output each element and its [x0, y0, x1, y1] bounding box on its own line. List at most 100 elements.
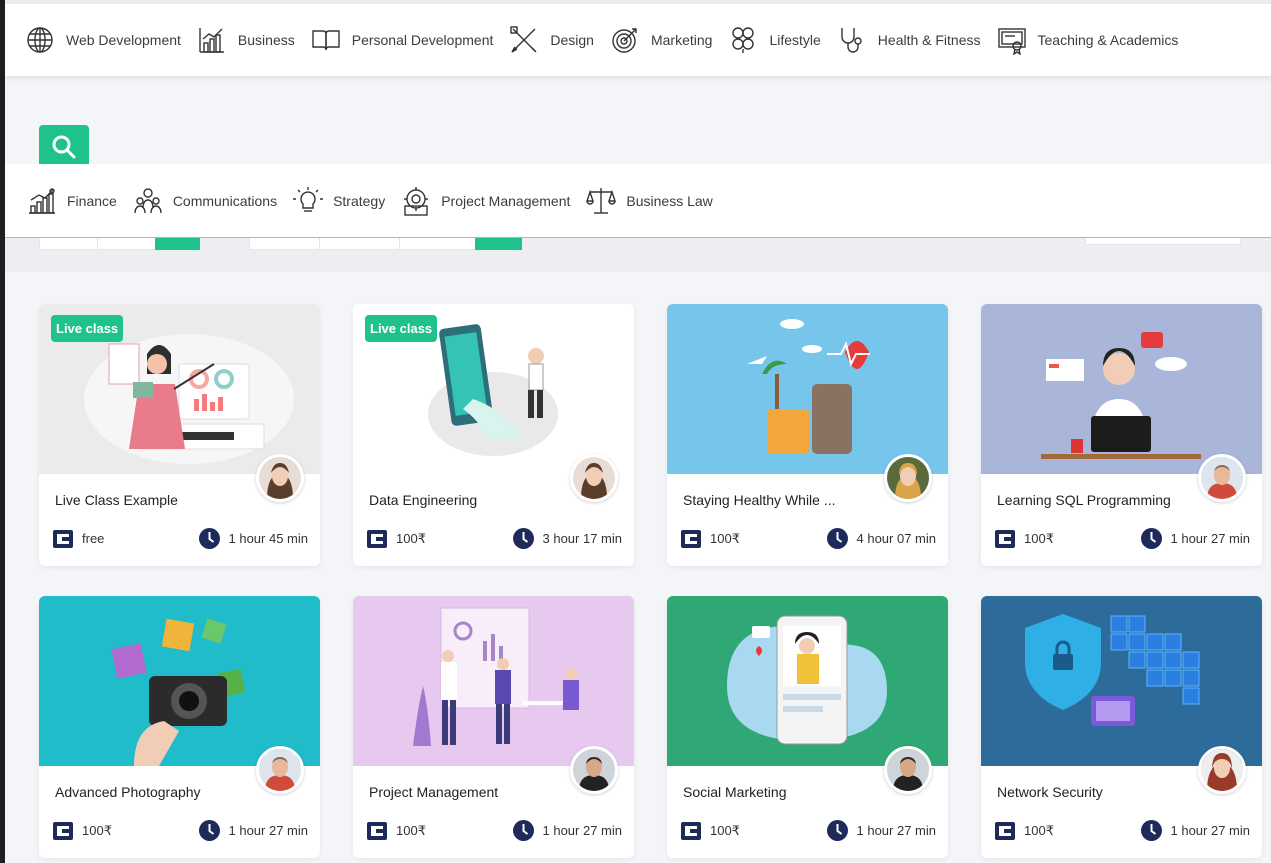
course-card[interactable]: Learning SQL Programming 100₹ 1 hour 27 … — [981, 304, 1262, 566]
filter-control[interactable] — [97, 236, 157, 250]
course-meta: 100₹ 1 hour 27 min — [367, 820, 622, 841]
gear-building-icon — [404, 186, 429, 216]
filter-control[interactable] — [399, 236, 477, 250]
category-label: Marketing — [650, 32, 713, 48]
category-business[interactable]: Business — [197, 25, 295, 55]
filter-button[interactable] — [475, 236, 522, 250]
course-title[interactable]: Live Class Example — [55, 492, 178, 508]
subcategory-label: Strategy — [333, 192, 386, 209]
course-title[interactable]: Social Marketing — [683, 784, 787, 800]
course-price: 100₹ — [396, 530, 426, 546]
category-teaching-academics[interactable]: Teaching & Academics — [997, 25, 1178, 55]
clock-icon — [826, 820, 848, 841]
subcategory-menu: Finance Communications Strategy Project … — [5, 164, 1271, 238]
course-card[interactable]: Live class Data Engineering 100₹ 3 hour … — [353, 304, 634, 566]
course-meta: 100₹ 4 hour 07 min — [681, 528, 936, 549]
category-label: Design — [550, 32, 594, 48]
photography-illustration — [39, 596, 320, 766]
course-duration: 1 hour 27 min — [542, 823, 623, 838]
stethoscope-icon — [841, 28, 862, 53]
lifestyle-icon — [732, 27, 755, 53]
instructor-avatar[interactable] — [884, 746, 932, 794]
instructor-avatar[interactable] — [884, 454, 932, 502]
subcategory-label: Communications — [172, 192, 278, 209]
course-price: 100₹ — [710, 530, 740, 546]
course-meta: 100₹ 1 hour 27 min — [995, 528, 1250, 549]
course-price: free — [82, 531, 105, 546]
subcategory-strategy[interactable]: Strategy — [293, 186, 385, 216]
course-title[interactable]: Advanced Photography — [55, 784, 201, 800]
filter-control[interactable] — [249, 236, 321, 250]
subcategory-project-management[interactable]: Project Management — [401, 186, 570, 216]
course-card[interactable]: Live class Live Class Example free 1 hou… — [39, 304, 320, 566]
top-strip — [5, 0, 1271, 4]
instructor-avatar[interactable] — [256, 454, 304, 502]
course-card[interactable]: Network Security 100₹ 1 hour 27 min — [981, 596, 1262, 858]
course-title[interactable]: Learning SQL Programming — [997, 492, 1171, 508]
subcategory-finance[interactable]: Finance — [27, 186, 117, 216]
category-web-development[interactable]: Web Development — [25, 25, 181, 55]
filter-control[interactable] — [39, 236, 99, 250]
live-class-badge: Live class — [365, 315, 438, 342]
clock-icon — [198, 528, 220, 549]
clock-icon — [198, 820, 220, 841]
course-grid: Live class Live Class Example free 1 hou… — [39, 304, 1262, 858]
wallet-icon — [367, 821, 387, 840]
clock-icon — [1140, 820, 1162, 841]
wallet-icon — [995, 821, 1015, 840]
instructor-avatar[interactable] — [570, 454, 618, 502]
course-duration: 1 hour 27 min — [1170, 531, 1251, 546]
instructor-avatar[interactable] — [1198, 746, 1246, 794]
filter-button[interactable] — [155, 236, 200, 250]
course-card[interactable]: Staying Healthy While ... 100₹ 4 hour 07… — [667, 304, 948, 566]
course-card[interactable]: Advanced Photography 100₹ 1 hour 27 min — [39, 596, 320, 858]
course-duration: 1 hour 45 min — [228, 531, 309, 546]
course-title[interactable]: Data Engineering — [369, 492, 477, 508]
wallet-icon — [53, 529, 73, 548]
subcategory-label: Project Management — [441, 192, 571, 209]
course-duration: 1 hour 27 min — [1170, 823, 1251, 838]
instructor-avatar[interactable] — [256, 746, 304, 794]
search-button[interactable] — [39, 125, 89, 169]
subcategory-business-law[interactable]: Business Law — [586, 186, 713, 216]
course-thumbnail — [39, 596, 320, 766]
course-title[interactable]: Network Security — [997, 784, 1103, 800]
clock-icon — [826, 528, 848, 549]
course-price: 100₹ — [82, 822, 112, 838]
wallet-icon — [995, 529, 1015, 548]
live-class-badge: Live class — [51, 315, 124, 342]
people-icon — [134, 187, 162, 213]
network-security-illustration — [981, 596, 1262, 766]
clock-icon — [1140, 528, 1162, 549]
category-label: Lifestyle — [769, 32, 821, 48]
category-design[interactable]: Design — [509, 25, 594, 55]
category-label: Health & Fitness — [877, 32, 981, 48]
social-marketing-illustration — [667, 596, 948, 766]
category-lifestyle[interactable]: Lifestyle — [728, 25, 821, 55]
course-card[interactable]: Social Marketing 100₹ 1 hour 27 min — [667, 596, 948, 858]
course-duration: 3 hour 17 min — [542, 531, 623, 546]
course-duration: 1 hour 27 min — [856, 823, 937, 838]
course-duration: 4 hour 07 min — [856, 531, 937, 546]
category-personal-development[interactable]: Personal Development — [311, 25, 493, 55]
course-title[interactable]: Staying Healthy While ... — [683, 492, 836, 508]
instructor-avatar[interactable] — [570, 746, 618, 794]
category-health-fitness[interactable]: Health & Fitness — [837, 25, 981, 55]
subcategory-communications[interactable]: Communications — [133, 186, 277, 216]
certificate-icon — [997, 28, 1026, 55]
instructor-avatar[interactable] — [1198, 454, 1246, 502]
design-tools-icon — [510, 26, 537, 53]
course-thumbnail — [981, 596, 1262, 766]
course-thumbnail — [667, 596, 948, 766]
course-thumbnail — [981, 304, 1262, 474]
filter-control[interactable] — [319, 236, 401, 250]
category-marketing[interactable]: Marketing — [610, 25, 712, 55]
course-title[interactable]: Project Management — [369, 784, 498, 800]
sql-illustration — [981, 304, 1262, 474]
course-price: 100₹ — [1024, 822, 1054, 838]
course-meta: 100₹ 3 hour 17 min — [367, 528, 622, 549]
lightbulb-icon — [293, 186, 324, 212]
course-card[interactable]: Project Management 100₹ 1 hour 27 min — [353, 596, 634, 858]
search-icon — [52, 135, 76, 159]
scales-icon — [586, 187, 617, 214]
